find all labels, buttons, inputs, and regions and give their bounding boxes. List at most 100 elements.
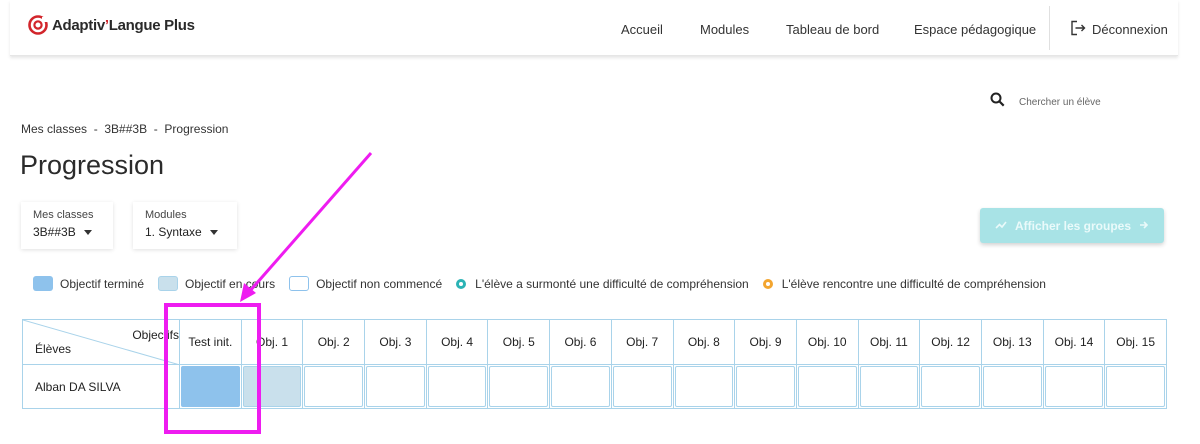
progress-cell[interactable] (672, 364, 736, 409)
nav-divider (1049, 6, 1050, 50)
search-input[interactable] (1019, 96, 1169, 108)
legend-label: L'élève a surmonté une difficulté de com… (475, 276, 749, 291)
table-row: Alban DA SILVA (22, 364, 1167, 409)
breadcrumb-current: Progression (164, 122, 229, 136)
student-search (990, 92, 1169, 112)
legend-done: Objectif terminé (33, 276, 144, 291)
progress-cell-fill (427, 366, 487, 407)
breadcrumb: Mes classes - 3B##3B - Progression (21, 122, 228, 136)
progress-cell-fill (674, 366, 734, 407)
column-header[interactable]: Obj. 6 (549, 319, 612, 365)
breadcrumb-separator: - (147, 122, 165, 136)
progress-cell-fill (551, 366, 610, 407)
legend-label: Objectif non commencé (316, 276, 443, 291)
column-header[interactable]: Obj. 5 (487, 319, 551, 365)
legend-struggling: L'élève rencontre une difficulté de comp… (762, 277, 1046, 291)
breadcrumb-separator: - (87, 122, 105, 136)
progress-cell[interactable] (610, 364, 674, 409)
progress-cell-fill (797, 366, 857, 407)
logo-text: Adaptiv’Langue Plus (52, 16, 195, 34)
search-icon[interactable] (990, 92, 1005, 112)
logout-button[interactable]: Déconnexion (1070, 20, 1168, 39)
nav-tableau-de-bord[interactable]: Tableau de bord (786, 22, 879, 37)
logo-mark-icon (28, 14, 50, 36)
progress-cell-fill (736, 366, 795, 407)
progress-cell-fill (612, 366, 672, 407)
column-header[interactable]: Obj. 7 (610, 319, 674, 365)
progress-cell-fill (921, 366, 980, 407)
column-header[interactable]: Obj. 10 (795, 319, 859, 365)
progress-cell[interactable] (302, 364, 366, 409)
column-header[interactable]: Obj. 13 (980, 319, 1044, 365)
progress-cell[interactable] (1104, 364, 1167, 409)
column-header[interactable]: Obj. 15 (1104, 319, 1167, 365)
legend-label: Objectif terminé (60, 276, 145, 291)
column-header[interactable]: Obj. 12 (919, 319, 982, 365)
student-name[interactable]: Alban DA SILVA (22, 364, 180, 409)
orange-dot-icon (762, 278, 773, 289)
top-header: Adaptiv’Langue Plus Accueil Modules Tabl… (10, 0, 1178, 56)
progress-cell[interactable] (734, 364, 797, 409)
class-select-value: 3B##3B (33, 225, 101, 239)
progress-cell[interactable] (919, 364, 982, 409)
breadcrumb-class[interactable]: 3B##3B (104, 122, 147, 136)
progress-cell-fill (304, 366, 364, 407)
progress-cell-fill (982, 366, 1042, 407)
column-header[interactable]: Obj. 14 (1042, 319, 1106, 365)
column-header[interactable]: Obj. 11 (857, 319, 921, 365)
module-select-label: Modules (145, 209, 187, 221)
column-header[interactable]: Obj. 1 (240, 319, 304, 365)
class-select[interactable]: Mes classes 3B##3B (21, 202, 113, 249)
show-groups-label: Afficher les groupes (1014, 218, 1132, 233)
column-header[interactable]: Obj. 2 (302, 319, 366, 365)
legend-not-started: Objectif non commencé (289, 276, 442, 291)
column-header[interactable]: Test init. (179, 319, 242, 365)
corner-objectives-label: Objectifs (132, 328, 179, 342)
progress-cell[interactable] (240, 364, 304, 409)
column-header[interactable]: Obj. 8 (672, 319, 736, 365)
arrow-right-icon (1139, 219, 1149, 233)
logout-label: Déconnexion (1092, 22, 1168, 37)
progress-cell[interactable] (179, 364, 242, 409)
column-header[interactable]: Obj. 4 (425, 319, 489, 365)
progress-grid: Objectifs Élèves Test init. Obj. 1 Obj. 2O… (22, 319, 1167, 409)
progress-cell[interactable] (487, 364, 551, 409)
progress-cell-fill (366, 366, 425, 407)
class-select-label: Mes classes (33, 209, 94, 221)
progress-cell-fill (859, 366, 919, 407)
app-logo[interactable]: Adaptiv’Langue Plus (28, 14, 195, 36)
module-select-value: 1. Syntaxe (145, 225, 225, 239)
status-legend: Objectif terminé Objectif en cours Objec… (33, 276, 1060, 291)
progress-cell-fill (1106, 366, 1165, 407)
trend-chart-icon (995, 219, 1007, 233)
legend-overcame: L'élève a surmonté une difficulté de com… (456, 277, 749, 291)
logout-icon (1070, 20, 1092, 39)
nav-espace-pedagogique[interactable]: Espace pédagogique (914, 22, 1036, 37)
legend-label: Objectif en cours (185, 276, 276, 291)
corner-students-label: Élèves (35, 342, 72, 356)
nav-accueil[interactable]: Accueil (621, 22, 663, 37)
grid-corner: Objectifs Élèves (22, 319, 180, 365)
nav-modules[interactable]: Modules (700, 22, 749, 37)
column-header[interactable]: Obj. 3 (364, 319, 427, 365)
progress-cell[interactable] (364, 364, 427, 409)
progress-cell[interactable] (857, 364, 921, 409)
module-select[interactable]: Modules 1. Syntaxe (133, 202, 237, 249)
show-groups-button[interactable]: Afficher les groupes (980, 208, 1164, 243)
progress-cell[interactable] (425, 364, 489, 409)
chevron-down-icon (83, 229, 92, 235)
progress-cell-fill (242, 366, 302, 407)
breadcrumb-mes-classes[interactable]: Mes classes (21, 122, 87, 136)
column-header[interactable]: Obj. 9 (734, 319, 797, 365)
progress-cell-fill (489, 366, 549, 407)
grid-header-row: Objectifs Élèves Test init. Obj. 1 Obj. 2O… (22, 319, 1167, 365)
progress-cell[interactable] (795, 364, 859, 409)
legend-swatch-done (33, 276, 53, 291)
progress-cell-fill (181, 366, 240, 407)
progress-cell[interactable] (1042, 364, 1106, 409)
progress-cell[interactable] (549, 364, 612, 409)
legend-swatch-not-started (289, 276, 310, 291)
legend-swatch-in-progress (158, 276, 179, 291)
page-title: Progression (20, 150, 165, 180)
progress-cell[interactable] (980, 364, 1044, 409)
